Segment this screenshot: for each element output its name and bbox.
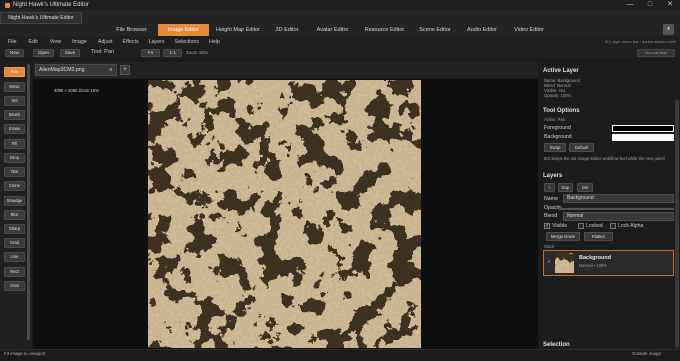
menu-help[interactable]: Help xyxy=(199,39,220,45)
fit-button[interactable]: Fit xyxy=(141,49,160,57)
layer-item-details: Normal • 100% xyxy=(579,263,607,268)
tool-options-note: IE2 keeps the old Image Editor workflow … xyxy=(544,156,665,161)
default-colors-button[interactable]: Default xyxy=(569,143,594,152)
tool-fill-button[interactable]: Fill xyxy=(4,139,25,149)
visible-checkbox[interactable]: ✓ xyxy=(544,223,550,229)
add-layer-button[interactable]: + xyxy=(544,183,555,192)
tool-drop-button[interactable]: Drop xyxy=(4,153,25,163)
tool-brush-button[interactable]: Brush xyxy=(4,110,25,120)
active-layer-heading: Active Layer xyxy=(543,68,579,74)
active-layer-opacity: Opacity: 100% xyxy=(544,93,572,98)
foreground-label: Foreground xyxy=(544,125,571,131)
blend-label: Blend xyxy=(544,213,558,219)
tool-select-button[interactable]: Sel xyxy=(4,96,25,106)
minimize-button[interactable]: — xyxy=(620,0,640,10)
layer-name-label: Name xyxy=(544,196,558,202)
tool-smudge-button[interactable]: Smudge xyxy=(4,196,25,206)
tool-panel-scrollbar[interactable] xyxy=(27,64,30,340)
menu-effects[interactable]: Effects xyxy=(113,39,139,45)
layer-visible-check-icon[interactable]: ✓ xyxy=(547,259,551,265)
cursor-status: Outside image xyxy=(632,351,662,356)
zoom-label: Zoom 15% xyxy=(186,50,208,55)
right-panel-scrollbar[interactable] xyxy=(675,100,679,348)
document-tab[interactable]: AlienMap3CM2.png x xyxy=(35,64,117,76)
flatten-button[interactable]: Flatten xyxy=(584,232,613,241)
menu-edit[interactable]: Edit xyxy=(17,39,38,45)
maximize-button[interactable]: □ xyxy=(640,0,660,10)
tool-options-heading: Tool Options xyxy=(543,108,580,114)
tool-move-button[interactable]: Move xyxy=(4,82,25,92)
tool-erase-button[interactable]: Erase xyxy=(4,124,25,134)
menu-view[interactable]: View xyxy=(38,39,61,45)
tab-file-browser[interactable]: File Browser xyxy=(108,24,155,36)
current-tool-label: Tool: Pan xyxy=(91,49,114,55)
status-message: Fit image to viewport xyxy=(4,351,46,356)
app-name-tab: Night Hawk's Ultimate Editor xyxy=(0,12,82,24)
foreground-swatch[interactable] xyxy=(612,125,674,132)
locked-label: Locked xyxy=(586,223,603,229)
tool-pan-button[interactable]: Pan xyxy=(4,67,25,77)
menu-adjust[interactable]: Adjust xyxy=(87,39,113,45)
document-close-icon[interactable]: x xyxy=(110,65,113,75)
layers-heading: Layers xyxy=(543,173,563,179)
canvas-info: 4096 × 4096 Zoom 15% xyxy=(54,88,99,93)
tool-clone-button[interactable]: Clone xyxy=(4,181,25,191)
layer-name-input[interactable]: Background xyxy=(563,194,674,203)
lock-alpha-checkbox[interactable] xyxy=(610,223,616,229)
lock-alpha-label: Lock Alpha xyxy=(618,223,644,229)
tab-3d-editor[interactable]: 3D Editor xyxy=(267,24,307,36)
app-icon xyxy=(5,2,10,8)
tool-blur-button[interactable]: Blur xyxy=(4,210,25,220)
selection-heading: Selection xyxy=(543,342,570,348)
background-label: Background xyxy=(544,134,572,140)
tab-resource-editor[interactable]: Resource Editor xyxy=(358,24,411,36)
new-document-tab-button[interactable]: + xyxy=(120,65,130,75)
menu-bar: File Edit View Image Adjust Effects Laye… xyxy=(0,36,680,47)
tab-avatar-editor[interactable]: Avatar Editor xyxy=(309,24,356,36)
tab-height-map-editor[interactable]: Height Map Editor xyxy=(211,24,265,36)
visible-label: Visible xyxy=(552,223,568,229)
normal-map-button[interactable]: Normal Map xyxy=(637,49,675,57)
merge-down-button[interactable]: Merge Down xyxy=(546,232,580,241)
tool-rect-button[interactable]: Rect xyxy=(4,267,25,277)
tab-audio-editor[interactable]: Audio Editor xyxy=(459,24,505,36)
menu-layers[interactable]: Layers xyxy=(139,39,165,45)
opacity-label: Opacity xyxy=(544,205,562,211)
delete-layer-button[interactable]: Del xyxy=(577,183,593,192)
window-title: Night Hawk's Ultimate Editor xyxy=(13,2,89,8)
layer-stack-label: Stack xyxy=(544,244,555,249)
tool-line-button[interactable]: Line xyxy=(4,252,25,262)
menu-selections[interactable]: Selections xyxy=(165,39,199,45)
tool-gradient-button[interactable]: Grad xyxy=(4,238,25,248)
blend-mode-select[interactable]: Normal xyxy=(563,212,674,221)
tab-overflow-dropdown[interactable]: ▾ xyxy=(663,24,674,35)
tool-oval-button[interactable]: Oval xyxy=(4,281,25,291)
new-button[interactable]: New xyxy=(5,49,24,57)
active-tool-text: Active: Pan xyxy=(544,117,566,122)
menu-hint: IE1-style menu bar / darker shared shell xyxy=(605,39,676,44)
document-tab-label: AlienMap3CM2.png xyxy=(39,67,85,73)
menu-image[interactable]: Image xyxy=(61,39,87,45)
menu-file[interactable]: File xyxy=(0,39,17,45)
background-swatch[interactable] xyxy=(612,134,674,141)
window-controls: — □ ✕ xyxy=(620,0,680,10)
tool-text-button[interactable]: Text xyxy=(4,167,25,177)
one-to-one-button[interactable]: 1:1 xyxy=(163,49,182,57)
duplicate-layer-button[interactable]: Dup xyxy=(558,183,573,192)
close-button[interactable]: ✕ xyxy=(660,0,680,10)
layer-thumbnail xyxy=(555,253,574,273)
open-button[interactable]: Open xyxy=(33,49,54,57)
tool-sharp-button[interactable]: Sharp xyxy=(4,224,25,234)
opacity-slider[interactable] xyxy=(560,208,674,210)
swap-colors-button[interactable]: Swap xyxy=(544,143,566,152)
title-bar: Night Hawk's Ultimate Editor — □ ✕ xyxy=(0,0,680,10)
layer-item-name: Background xyxy=(579,255,612,261)
status-bar xyxy=(0,349,680,361)
tab-scene-editor[interactable]: Scene Editor xyxy=(413,24,457,36)
save-button[interactable]: Save xyxy=(60,49,80,57)
canvas-image[interactable] xyxy=(148,80,421,348)
tab-image-editor[interactable]: Image Editor xyxy=(158,24,209,36)
locked-checkbox[interactable] xyxy=(578,223,584,229)
tab-video-editor[interactable]: Video Editor xyxy=(507,24,551,36)
